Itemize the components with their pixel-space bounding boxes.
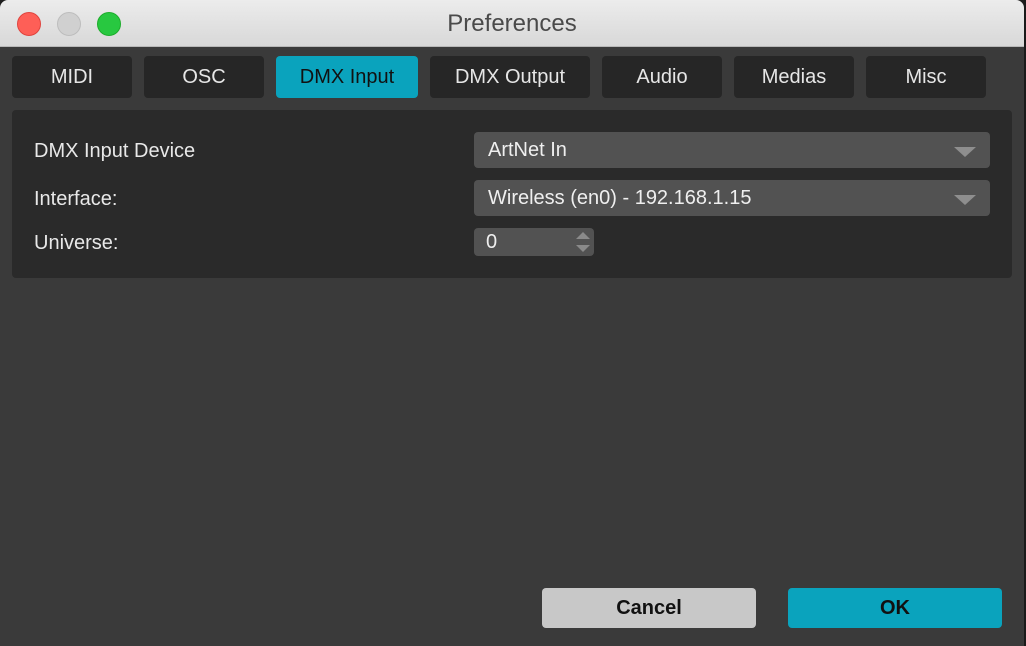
cancel-button[interactable]: Cancel — [542, 588, 756, 628]
chevron-down-icon — [954, 147, 976, 157]
tab-midi[interactable]: MIDI — [12, 56, 132, 98]
window-title: Preferences — [447, 10, 577, 37]
dmx-input-device-select[interactable]: ArtNet In — [474, 132, 990, 168]
tab-audio[interactable]: Audio — [602, 56, 722, 98]
chevron-down-icon — [954, 195, 976, 205]
stepper-up-icon[interactable] — [576, 232, 590, 239]
tab-dmx-output[interactable]: DMX Output — [430, 56, 590, 98]
tab-misc[interactable]: Misc — [866, 56, 986, 98]
tab-bar: MIDI OSC DMX Input DMX Output Audio Medi… — [0, 56, 1024, 98]
tab-osc[interactable]: OSC — [144, 56, 264, 98]
dmx-input-settings-panel: DMX Input Device ArtNet In Interface: Wi… — [12, 110, 1012, 278]
stepper-down-icon[interactable] — [576, 245, 590, 252]
tab-dmx-input[interactable]: DMX Input — [276, 56, 418, 98]
interface-value: Wireless (en0) - 192.168.1.15 — [488, 186, 752, 209]
tab-medias[interactable]: Medias — [734, 56, 854, 98]
interface-select[interactable]: Wireless (en0) - 192.168.1.15 — [474, 180, 990, 216]
universe-label: Universe: — [34, 232, 119, 254]
dmx-input-device-label: DMX Input Device — [34, 140, 196, 162]
preferences-window: Preferences MIDI OSC DMX Input DMX Outpu… — [0, 0, 1024, 646]
universe-value: 0 — [486, 230, 498, 253]
ok-button[interactable]: OK — [788, 588, 1002, 628]
dmx-input-device-value: ArtNet In — [488, 138, 567, 161]
universe-stepper[interactable]: 0 — [474, 228, 594, 256]
interface-label: Interface: — [34, 188, 118, 210]
title-bar[interactable]: Preferences — [0, 0, 1024, 47]
